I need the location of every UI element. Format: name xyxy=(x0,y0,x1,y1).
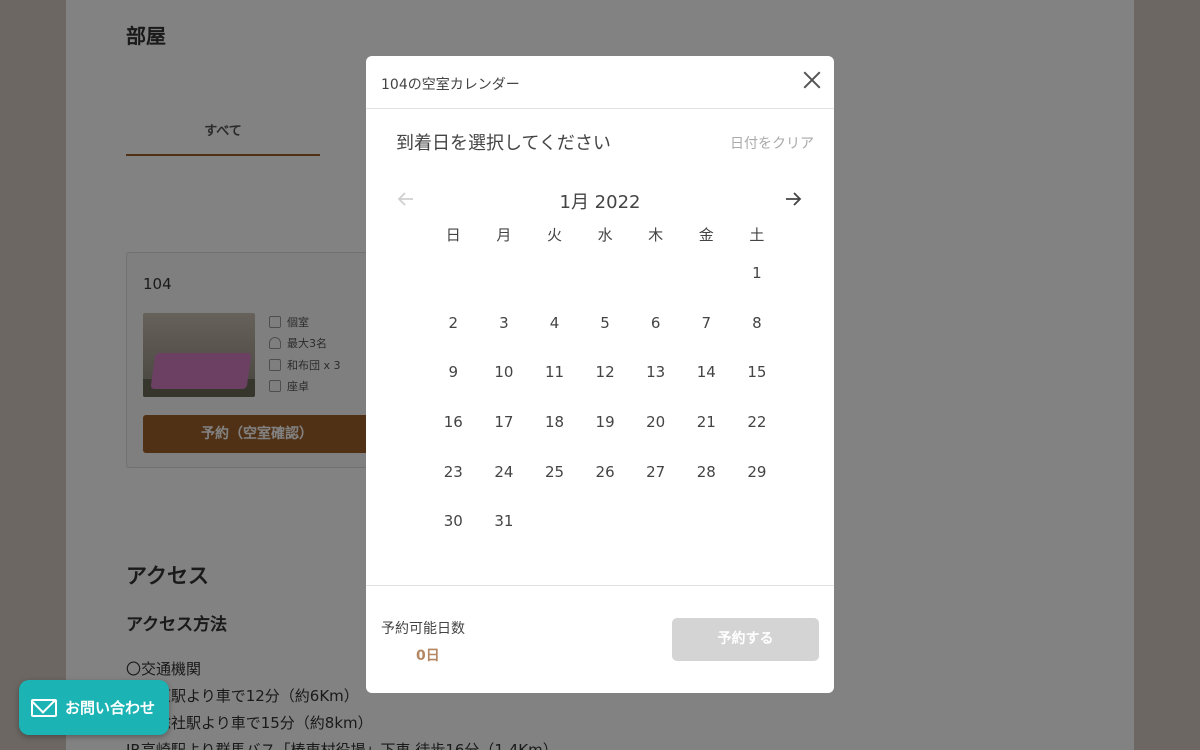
contact-button-label: お問い合わせ xyxy=(65,699,156,717)
calendar-day-empty xyxy=(630,249,681,299)
mail-icon xyxy=(31,698,57,717)
weekday-label: 木 xyxy=(648,226,664,244)
calendar-day[interactable]: 16 xyxy=(428,398,479,448)
calendar-day-empty xyxy=(580,249,631,299)
calendar-day[interactable]: 2 xyxy=(428,299,479,349)
available-days-label: 予約可能日数 xyxy=(381,621,465,637)
footer-divider xyxy=(366,585,834,586)
weekday-label: 金 xyxy=(698,226,714,244)
calendar-day[interactable]: 30 xyxy=(428,497,479,547)
calendar-day[interactable]: 8 xyxy=(732,299,783,349)
weekday-label: 水 xyxy=(597,226,613,244)
weekday-header: 日 月 火 水 木 金 土 xyxy=(428,224,782,245)
calendar-days-grid: 1 2 3 4 5 6 7 8 9 10 11 12 13 14 15 16 17 18 19 20 21 22 23 24 2… xyxy=(428,249,782,547)
calendar-day[interactable]: 17 xyxy=(479,398,530,448)
calendar-day[interactable]: 18 xyxy=(529,398,580,448)
calendar-day[interactable]: 25 xyxy=(529,448,580,498)
calendar-day-empty xyxy=(681,249,732,299)
modal-header: 104の空室カレンダー xyxy=(366,56,834,109)
calendar-day[interactable]: 29 xyxy=(732,448,783,498)
calendar-day[interactable]: 19 xyxy=(580,398,631,448)
weekday-label: 月 xyxy=(496,226,512,244)
calendar-day[interactable]: 31 xyxy=(479,497,530,547)
availability-calendar-modal: 104の空室カレンダー 到着日を選択してください 日付をクリア 1月 2022 … xyxy=(366,56,834,693)
calendar-day[interactable]: 23 xyxy=(428,448,479,498)
calendar-day[interactable]: 1 xyxy=(732,249,783,299)
instruction-text: 到着日を選択してください xyxy=(396,133,611,154)
contact-button[interactable]: お問い合わせ xyxy=(19,680,169,735)
month-label: 1月 2022 xyxy=(559,192,641,213)
close-icon[interactable] xyxy=(800,68,824,92)
calendar-day[interactable]: 10 xyxy=(479,348,530,398)
calendar-day-empty xyxy=(428,249,479,299)
calendar-day[interactable]: 21 xyxy=(681,398,732,448)
available-days-count: 0日 xyxy=(416,648,440,664)
calendar-day[interactable]: 24 xyxy=(479,448,530,498)
calendar-day[interactable]: 12 xyxy=(580,348,631,398)
next-month-arrow-icon[interactable] xyxy=(781,187,805,211)
calendar-day[interactable]: 13 xyxy=(630,348,681,398)
calendar-day[interactable]: 20 xyxy=(630,398,681,448)
calendar-day[interactable]: 6 xyxy=(630,299,681,349)
calendar-day[interactable]: 9 xyxy=(428,348,479,398)
clear-dates-button[interactable]: 日付をクリア xyxy=(730,133,814,153)
calendar-day[interactable]: 11 xyxy=(529,348,580,398)
calendar-day[interactable]: 15 xyxy=(732,348,783,398)
calendar-day[interactable]: 5 xyxy=(580,299,631,349)
weekday-label: 火 xyxy=(546,226,562,244)
calendar-day-empty xyxy=(529,249,580,299)
weekday-label: 土 xyxy=(749,226,765,244)
calendar-day[interactable]: 22 xyxy=(732,398,783,448)
calendar-day[interactable]: 3 xyxy=(479,299,530,349)
calendar-day[interactable]: 7 xyxy=(681,299,732,349)
calendar-day[interactable]: 26 xyxy=(580,448,631,498)
calendar-day[interactable]: 4 xyxy=(529,299,580,349)
weekday-label: 日 xyxy=(445,226,461,244)
calendar-day-empty xyxy=(479,249,530,299)
calendar-day[interactable]: 28 xyxy=(681,448,732,498)
reserve-button[interactable]: 予約する xyxy=(672,618,819,661)
calendar-day[interactable]: 27 xyxy=(630,448,681,498)
modal-title: 104の空室カレンダー xyxy=(381,77,520,93)
calendar-day[interactable]: 14 xyxy=(681,348,732,398)
